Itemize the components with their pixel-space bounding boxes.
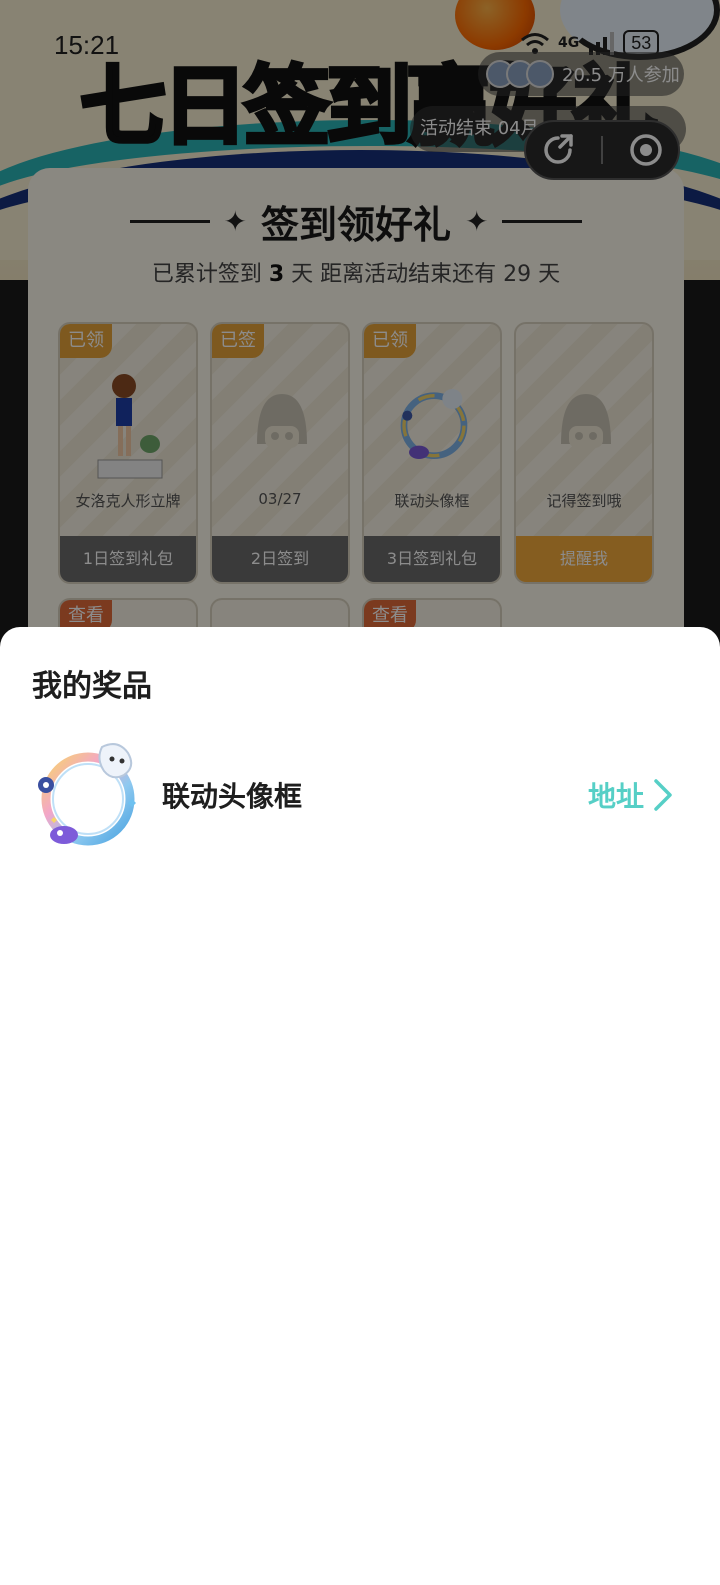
sheet-title: 我的奖品 bbox=[32, 669, 152, 704]
avatar-frame-icon bbox=[32, 739, 144, 851]
chevron-right-icon bbox=[654, 779, 672, 811]
prize-item[interactable]: 联动头像框 地址 bbox=[32, 739, 688, 851]
prize-name: 联动头像框 bbox=[162, 780, 303, 813]
my-prizes-sheet: 我的奖品 联动头像框 地址 bbox=[0, 627, 720, 1585]
address-link[interactable]: 地址 bbox=[588, 775, 674, 815]
address-label: 地址 bbox=[587, 780, 644, 813]
